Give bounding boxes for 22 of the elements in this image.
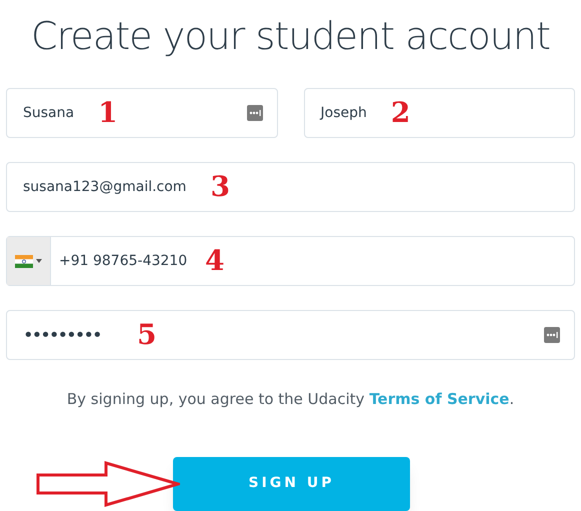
field-value: Joseph	[318, 104, 368, 122]
annotation-number: 4	[205, 247, 224, 275]
field-value: •••••••••	[22, 324, 102, 348]
annotation-number: 1	[98, 99, 118, 127]
key-icon[interactable]	[246, 105, 262, 121]
field-value: susana123@gmail.com	[22, 178, 188, 196]
country-selector[interactable]	[7, 237, 51, 285]
annotation-number: 5	[137, 321, 156, 349]
key-icon[interactable]	[544, 327, 560, 343]
phone-field[interactable]: +91 98765-43210 4	[6, 236, 575, 286]
page-title: Create your student account	[30, 13, 551, 60]
annotation-number: 2	[390, 99, 410, 127]
input-field[interactable]: Susana 1	[6, 88, 278, 138]
annotation-number: 3	[210, 173, 230, 201]
terms-text: By signing up, you agree to the Udacity Terms of Service.	[66, 389, 516, 410]
caret-icon	[36, 259, 42, 263]
field-value: Susana	[22, 104, 76, 122]
password-field[interactable]: ••••••••• 5	[6, 310, 575, 360]
input-field[interactable]: susana123@gmail.com 3	[6, 162, 575, 212]
input-field[interactable]: Joseph 2	[304, 88, 575, 138]
field-value: +91 98765-43210	[58, 252, 188, 270]
flag-icon	[15, 254, 33, 268]
